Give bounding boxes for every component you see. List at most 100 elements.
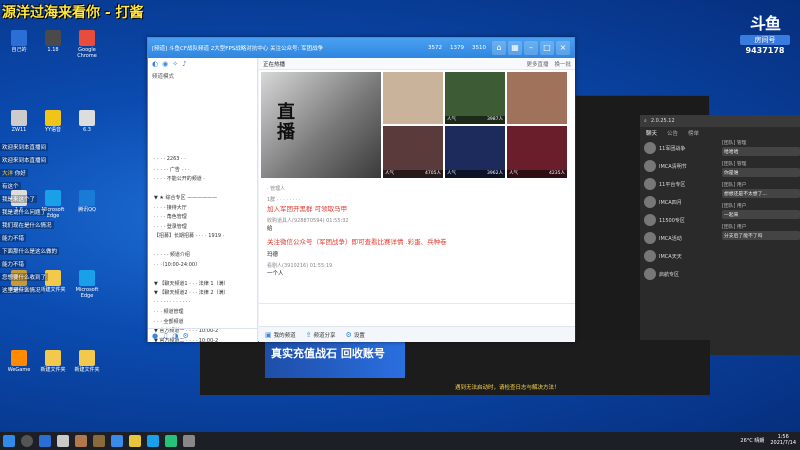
taskbar-app-icon[interactable] [165, 435, 177, 447]
channel-tree-row[interactable]: · · ·〔10:00-24:00〕 [154, 261, 256, 271]
close-icon[interactable]: × [556, 41, 570, 55]
group-name: IMCA天天 [659, 253, 682, 260]
channel-tree-row[interactable]: · · · · · 广告 · · · [154, 166, 256, 176]
desktop-icon[interactable]: YY语音 [36, 110, 70, 133]
channel-tree-row[interactable]: ▼ 【聊天频道2 · · · 法律 2（满） [154, 289, 256, 299]
taskbar-app-icon[interactable] [93, 435, 105, 447]
group-list-item[interactable]: IMCA四月 [640, 193, 720, 211]
group-list-item[interactable]: 11500专区 [640, 211, 720, 229]
system-tray: 26°C 晴朗 1:56 2021/7/14 [740, 434, 796, 446]
desktop-icon[interactable]: ZW11 [2, 110, 36, 133]
settings-button[interactable]: ⚙ 设置 [346, 331, 365, 339]
clock[interactable]: 1:56 2021/7/14 [770, 434, 796, 446]
overlay-chat-text: 欢迎来到本直播间 [2, 145, 47, 151]
tab-notice[interactable]: 公告 [667, 129, 678, 137]
headset-icon[interactable]: ◑ [172, 332, 178, 340]
mic-icon[interactable]: ♪ [182, 60, 186, 68]
tab-ranking[interactable]: 榜单 [688, 129, 699, 137]
channel-tree-row[interactable]: · · · · 2263 · · [154, 156, 256, 166]
desktop-icon[interactable]: WeGame [2, 350, 36, 373]
taskbar-app-icon[interactable] [183, 435, 195, 447]
featured-stream-thumbnail[interactable]: 直播 [261, 72, 381, 178]
taskbar-app-icon[interactable] [111, 435, 123, 447]
group-chat-sender: [团队] 管理 [722, 141, 747, 146]
avatar[interactable]: ● [152, 332, 158, 340]
search-icon[interactable]: ⌕ [644, 118, 647, 124]
window-titlebar[interactable]: [频道] 斗鱼CF战队频道 2大型FPS战略对抗中心 关注公众号: 军团战争 3… [148, 38, 574, 58]
search-icon[interactable] [21, 435, 33, 447]
channel-tree-row[interactable]: · · · · 接待大厅 [154, 204, 256, 214]
channel-tree-row[interactable] [154, 242, 256, 252]
desktop-icon[interactable]: 新建文件夹 [70, 350, 104, 373]
chat-message-text: 一个人 [267, 271, 284, 277]
location-icon[interactable]: ◉ [162, 60, 168, 68]
desktop-icon[interactable]: Google Chrome [70, 30, 104, 59]
taskbar-app-icon[interactable] [147, 435, 159, 447]
chat-message-text: 给 [267, 226, 273, 232]
online-count: 3572 [428, 45, 442, 51]
my-channel-button[interactable]: ▣ 我的频道 [265, 331, 296, 339]
popularity-label: 人气 [447, 171, 456, 176]
taskbar-app-icon[interactable] [75, 435, 87, 447]
launcher-notice[interactable]: 遇到无法启动时，请检查日志与解决方法！ [455, 383, 560, 391]
desktop: 源洋过海来看你 - 打酱 斗鱼 房间号 9437178 自己的 1.18 Googl… [0, 0, 800, 432]
promo-banner[interactable]: 真实充值战石 回收账号 [265, 342, 405, 378]
stream-thumbnail[interactable] [383, 72, 443, 124]
channel-tree-row[interactable]: ▼ ★ 综合专区 —————— [154, 194, 256, 204]
channel-tree-row[interactable]: · · · 频道管理 [154, 308, 256, 318]
channel-tree-row[interactable] [154, 185, 256, 195]
channel-tree-row[interactable]: · · · · 不能公开的频道 · [154, 175, 256, 185]
group-chat-window[interactable]: ⌕ 2.0.25.12 聊天 公告 榜单 11军团战争 IMCA清明节 11平台专区… [640, 115, 800, 355]
group-list-item[interactable]: 启航专区 [640, 265, 720, 283]
stream-thumbnail[interactable]: 人气 4705人 [383, 126, 443, 178]
taskbar-app-icon[interactable] [39, 435, 51, 447]
stream-thumbnail[interactable]: 人气 3987人 [445, 72, 505, 124]
user-icon[interactable]: ◐ [152, 60, 158, 68]
voice-channel-window[interactable]: [频道] 斗鱼CF战队频道 2大型FPS战略对抗中心 关注公众号: 军团战争 3… [147, 37, 575, 344]
channel-tree-row[interactable]: · · · · 登录管理 [154, 223, 256, 233]
channel-tree-row[interactable]: · · · · · 频道介绍 [154, 251, 256, 261]
channel-tree-row[interactable]: ▼ 【聊天频道1 · · · 法律 1（满） [154, 280, 256, 290]
refresh-batch-link[interactable]: 换一批 [554, 60, 571, 68]
desktop-icon[interactable]: 1.18 [36, 30, 70, 53]
group-list-item[interactable]: IMCA活动 [640, 229, 720, 247]
app-icon [79, 110, 95, 126]
game-launcher-window[interactable]: 真实充值战石 回收账号 遇到无法启动时，请检查日志与解决方法！ [200, 340, 710, 395]
grid-icon[interactable]: ▦ [508, 41, 522, 55]
desktop-icon[interactable]: 自己的 [2, 30, 36, 53]
maximize-icon[interactable]: □ [540, 41, 554, 55]
speaker-icon[interactable]: ♫ [162, 332, 168, 340]
channel-tree-row[interactable]: · · · · · · · · · · · · [154, 299, 256, 309]
chat-input[interactable] [259, 303, 575, 317]
desktop-icon[interactable]: Microsoft Edge [70, 270, 104, 299]
share-button[interactable]: ⇪ 频道分享 [306, 331, 336, 339]
group-list-item[interactable]: IMCA天天 [640, 247, 720, 265]
desktop-icon[interactable]: 6.3 [70, 110, 104, 133]
desktop-icon[interactable]: 腾讯QQ [70, 190, 104, 213]
overlay-chat-text: 你好 [14, 171, 26, 177]
stream-thumbnail[interactable] [507, 72, 567, 124]
start-icon[interactable] [3, 435, 15, 447]
channel-tree-row[interactable] [154, 270, 256, 280]
stream-thumbnail[interactable]: 人气 3962人 [445, 126, 505, 178]
taskbar-app-icon[interactable] [129, 435, 141, 447]
channel-tree-row[interactable]: · · · 全部频道 [154, 318, 256, 328]
stream-thumbnail[interactable]: 人气 4235人 [507, 126, 567, 178]
weather-status[interactable]: 26°C 晴朗 [740, 437, 764, 444]
tab-chat[interactable]: 聊天 [646, 129, 657, 137]
taskbar-app-icon[interactable] [57, 435, 69, 447]
group-list-item[interactable]: 11军团战争 [640, 139, 720, 157]
group-list-item[interactable]: 11平台专区 [640, 175, 720, 193]
desktop-icon[interactable]: 新建文件夹 [36, 350, 70, 373]
star-icon[interactable]: ✧ [172, 60, 178, 68]
channel-bottom-bar: ▣ 我的频道 ⇪ 频道分享 ⚙ 设置 [259, 326, 575, 342]
group-list-item[interactable]: IMCA清明节 [640, 157, 720, 175]
channel-tree-row[interactable]: · · · · 角色管理 [154, 213, 256, 223]
channel-mode-label[interactable]: 频道模式 [148, 70, 257, 82]
channel-tree-row[interactable]: 【招募】长期招募 · · · · 1919 · [154, 232, 256, 242]
more-live-link[interactable]: 更多直播 [526, 60, 548, 68]
overlay-chat-line: 我是来这个了 [0, 195, 38, 203]
settings-icon[interactable]: ⚙ [183, 332, 189, 340]
home-icon[interactable]: ⌂ [492, 41, 506, 55]
minimize-icon[interactable]: – [524, 41, 538, 55]
